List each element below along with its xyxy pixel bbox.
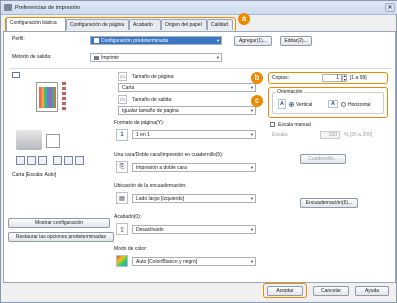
color-mode-select[interactable]: Auto [Color/Blanco y negro] ▼ (132, 257, 256, 266)
preview-image (39, 87, 56, 108)
view-mode-icons[interactable] (16, 156, 106, 165)
finishing-value: Desactivado (136, 227, 164, 233)
cancel-button[interactable]: Cancelar (313, 286, 349, 296)
view-icon-2[interactable] (27, 156, 36, 165)
badge-c: c (251, 95, 263, 107)
preview-toggle-icon[interactable] (12, 72, 20, 78)
add-profile-button[interactable]: Agregar(1)... (234, 36, 272, 46)
chevron-down-icon: ▼ (216, 38, 220, 43)
profile-label: Perfil: (12, 36, 25, 42)
output-method-value: Imprimir (101, 55, 120, 61)
close-icon[interactable]: ✕ (385, 3, 395, 12)
help-button[interactable]: Ayuda (355, 286, 389, 296)
finishing-select[interactable]: Desactivado ▼ (132, 225, 256, 234)
booklet-button[interactable]: Cuadernillo... (300, 154, 346, 164)
restore-defaults-button[interactable]: Restaurar las opciones predeterminadas (8, 232, 114, 242)
profile-icon (94, 38, 99, 44)
copies-spinner-icon[interactable]: ▲ ▼ (342, 74, 347, 82)
page-size-label: Tamaño de página: (132, 74, 175, 80)
chevron-down-icon: ▼ (250, 165, 254, 170)
chevron-down-icon: ▼ (250, 227, 254, 232)
scale-input[interactable]: 100 (320, 131, 340, 139)
binding-indicator-icon (62, 82, 66, 112)
chevron-down-icon: ▼ (250, 196, 254, 201)
finishing-label: Acabado(0): (114, 214, 142, 220)
manual-scale-label: Escala manual (278, 122, 311, 128)
chevron-down-icon: ▼ (250, 85, 254, 90)
binding-value: Lado largo [izquierdo] (136, 196, 185, 202)
printer-icon (4, 4, 12, 11)
output-size-label: Tamaño de salida: (132, 97, 173, 103)
chevron-down-icon: ▼ (250, 132, 254, 137)
page-layout-label: Formato de página(Y): (114, 120, 165, 126)
binding-button[interactable]: Encuadernación(6)... (300, 198, 358, 208)
printer-3d-icon (16, 130, 42, 150)
scale-range: % [25 a 200] (344, 132, 373, 138)
scale-value: 100 (328, 132, 337, 138)
edit-profile-button[interactable]: Editar(2)... (280, 36, 312, 46)
view-icon-6[interactable] (75, 156, 84, 165)
landscape-orientation-icon: A (328, 100, 338, 108)
color-mode-value: Auto [Color/Blanco y negro] (136, 259, 198, 265)
finishing-icon: ▯ (116, 223, 128, 235)
preview-caption: Carta [Escala: Auto] (12, 172, 57, 178)
portrait-radio[interactable] (289, 102, 294, 107)
landscape-radio[interactable] (341, 102, 346, 107)
view-icon-5[interactable] (64, 156, 73, 165)
output-size-select[interactable]: Igualar tamaño de página ▼ (118, 106, 256, 115)
page-size-icon: ▭ (118, 72, 127, 81)
profile-value: Configuración predeterminada (101, 38, 169, 44)
manual-scale-checkbox[interactable] (270, 122, 275, 127)
output-method-label: Método de salida: (12, 54, 52, 60)
color-mode-label: Modo de color: (114, 246, 148, 252)
landscape-label: Horizontal (348, 102, 371, 108)
page-size-value: Carta (122, 85, 135, 91)
paper-stack-icon (46, 134, 60, 148)
portrait-orientation-icon: A (278, 99, 286, 109)
duplex-select[interactable]: Impresión a doble cara ▼ (132, 163, 256, 172)
binding-icon: ▤ (116, 192, 128, 204)
chevron-down-icon: ▼ (250, 108, 254, 113)
profile-select[interactable]: Configuración predeterminada ▼ (90, 36, 222, 45)
binding-select[interactable]: Lado largo [izquierdo] ▼ (132, 194, 256, 203)
view-icon-3[interactable] (38, 156, 47, 165)
ok-button[interactable]: Aceptar (267, 286, 303, 296)
separator (10, 68, 391, 69)
orientation-title: Orientación (276, 89, 304, 95)
print-preferences-window: Preferencias de impresión ✕ Configuració… (0, 0, 397, 303)
copies-label: Copias: (272, 75, 289, 81)
duplex-value: Impresión a doble cara (136, 165, 187, 171)
preview-area: Carta [Escala: Auto] (10, 72, 112, 180)
view-icon-1[interactable] (16, 156, 25, 165)
page-layout-select[interactable]: 1 en 1 ▼ (132, 130, 256, 139)
page-preview (36, 82, 58, 112)
copies-range: [1 a 99] (350, 75, 367, 81)
print-icon (94, 55, 99, 60)
chevron-down-icon: ▼ (216, 55, 220, 60)
portrait-label: Vertical (296, 102, 313, 108)
show-settings-button[interactable]: Mostrar configuración (8, 218, 110, 228)
page-size-select[interactable]: Carta ▼ (118, 83, 256, 92)
badge-a: a (238, 13, 250, 25)
output-size-value: Igualar tamaño de página (122, 108, 179, 114)
duplex-label: Una cara/Doble cara/Impresión en cuadern… (114, 152, 224, 158)
output-method-select[interactable]: Imprimir ▼ (90, 53, 222, 62)
duplex-icon: ⎘ (116, 161, 128, 173)
scale-label: Escala: (272, 132, 289, 138)
output-size-icon: ▭ (118, 95, 127, 104)
settings-panel: Perfil: Configuración predeterminada ▼ Ag… (3, 31, 396, 283)
page-layout-value: 1 en 1 (136, 132, 150, 138)
copies-input[interactable]: 1 (322, 74, 342, 82)
page-layout-icon: 1 (116, 129, 128, 141)
badge-b: b (251, 72, 263, 84)
view-icon-4[interactable] (53, 156, 62, 165)
copies-value: 1 (336, 75, 339, 81)
color-mode-icon (116, 255, 128, 267)
chevron-down-icon: ▼ (250, 259, 254, 264)
window-title: Preferencias de impresión (15, 5, 80, 11)
title-bar: Preferencias de impresión ✕ (1, 1, 397, 15)
binding-label: Ubicación de la encuadernación: (114, 183, 187, 189)
